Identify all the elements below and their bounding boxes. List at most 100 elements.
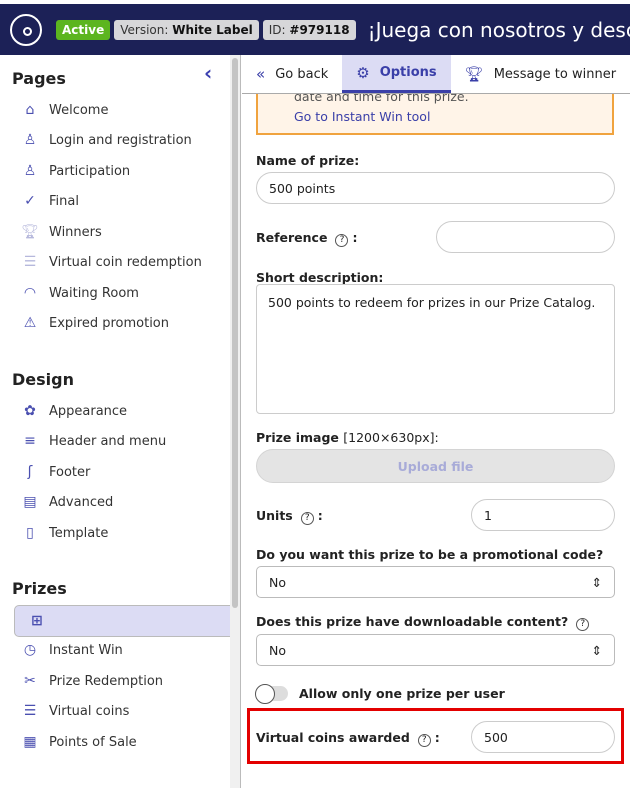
sidebar-item-label: Expired promotion <box>49 315 169 331</box>
gift-icon: ⊞ <box>31 613 43 629</box>
sidebar-item-header-and-menu[interactable]: ≡ Header and menu <box>4 426 230 456</box>
units-label: Units?: <box>256 508 323 525</box>
sidebar-item-virtual-coin-redemption[interactable]: ☰ Virtual coin redemption <box>4 247 230 277</box>
check-icon: ✓ <box>24 193 36 209</box>
sidebar-item-prize-redemption[interactable]: ✂ Prize Redemption <box>4 666 230 696</box>
sidebar-item-label: Advanced <box>49 494 114 510</box>
sidebar-item-label: Winners <box>49 224 102 240</box>
image-label: Prize image [1200×630px]: <box>256 430 439 445</box>
sidebar-item-welcome[interactable]: ⌂ Welcome <box>4 95 230 125</box>
sidebar-item-label: Template <box>49 525 109 541</box>
sidebar-item-participation[interactable]: ♙ Participation <box>4 156 230 186</box>
reference-label: Reference?: <box>256 230 358 247</box>
notice-text: date and time for this prize. <box>294 94 469 104</box>
sidebar-item-label: Prize Redemption <box>49 673 164 689</box>
promotion-title: ¡Juega con nosotros y descubre <box>367 17 630 42</box>
promo-code-select[interactable]: No ⇕ <box>256 566 615 598</box>
downloadable-select[interactable]: No ⇕ <box>256 634 615 666</box>
prize-form: date and time for this prize. Go to Inst… <box>242 94 630 788</box>
help-icon[interactable]: ? <box>335 234 349 247</box>
double-chevron-left-icon: « <box>256 65 266 83</box>
coins-icon: ☰ <box>23 703 37 719</box>
sidebar-item-label: Participation <box>49 163 131 179</box>
wheel-logo-icon[interactable] <box>10 13 42 46</box>
sidebar-item-label: Appearance <box>49 403 128 419</box>
tab-label: Options <box>379 65 437 80</box>
sidebar-item-final[interactable]: ✓ Final <box>4 186 230 216</box>
reference-input[interactable] <box>436 221 615 253</box>
reference-text: Reference <box>256 230 328 245</box>
trophy-icon: 🏆︎ <box>21 224 39 240</box>
id-label: ID: <box>268 22 286 37</box>
foot-icon: ʃ <box>27 464 33 480</box>
sidebar-item-label: Points of Sale <box>49 734 137 750</box>
id-badge: ID: #979118 <box>262 19 356 40</box>
sidebar-item-points-of-sale[interactable]: ▦ Points of Sale <box>4 727 230 757</box>
version-label: Version: <box>120 22 169 37</box>
sidebar-item-label: Header and menu <box>49 433 167 449</box>
document-code-icon: ▤ <box>23 494 37 510</box>
section-pages: Pages <box>12 69 66 88</box>
collapse-sidebar-icon[interactable]: ‹ <box>204 61 212 85</box>
user-login-icon: ♙ <box>23 132 37 148</box>
tab-label: Go back <box>275 66 329 82</box>
one-prize-label: Allow only one prize per user <box>299 686 505 701</box>
coins-text: Virtual coins awarded <box>256 730 410 745</box>
tab-options[interactable]: ⚙ Options <box>342 55 451 93</box>
coins-label: Virtual coins awarded?: <box>256 730 440 747</box>
sidebar-item-template[interactable]: ▯ Template <box>4 518 230 548</box>
user-participation-icon: ♙ <box>23 163 37 179</box>
name-label: Name of prize: <box>256 153 360 168</box>
stopwatch-icon: ◷ <box>23 642 37 658</box>
sidebar-item-advanced[interactable]: ▤ Advanced <box>4 487 230 517</box>
sidebar-scrollbar[interactable] <box>230 55 241 788</box>
coins-icon: ☰ <box>23 254 37 270</box>
one-prize-toggle[interactable] <box>255 684 288 704</box>
help-icon[interactable]: ? <box>576 618 590 631</box>
tab-message-to-winner[interactable]: 🏆︎ Message to winner <box>451 55 630 93</box>
sidebar-item-label: Virtual coin redemption <box>49 254 202 270</box>
sidebar-item-appearance[interactable]: ✿ Appearance <box>4 396 230 426</box>
help-icon[interactable]: ? <box>300 512 314 525</box>
upload-file-button[interactable]: Upload file <box>256 449 615 483</box>
sidebar-item-label: Instant Win <box>49 642 123 658</box>
sidebar-item-instant-win[interactable]: ◷ Instant Win <box>4 635 230 665</box>
name-input[interactable]: 500 points <box>256 172 615 204</box>
image-size: [1200×630px]: <box>343 430 439 445</box>
gauge-icon: ◠ <box>23 285 37 301</box>
tab-bar: « Go back ⚙ Options 🏆︎ Message to winner <box>242 55 630 94</box>
downloadable-text: Does this prize have downloadable conten… <box>256 614 569 629</box>
gear-icon: ⚙ <box>356 63 370 82</box>
sidebar-item-expired-promotion[interactable]: ⚠ Expired promotion <box>4 308 230 338</box>
id-value: #979118 <box>289 22 350 37</box>
description-label: Short description: <box>256 270 384 285</box>
scrollbar-thumb[interactable] <box>232 58 238 608</box>
instant-win-notice: date and time for this prize. Go to Inst… <box>256 94 614 135</box>
sidebar-item-label: Waiting Room <box>49 285 139 301</box>
sidebar-item-login-and-registration[interactable]: ♙ Login and registration <box>4 125 230 155</box>
units-text: Units <box>256 508 293 523</box>
virtual-coins-input[interactable]: 500 <box>471 721 615 753</box>
tab-label: Message to winner <box>493 66 617 82</box>
description-textarea[interactable]: 500 points to redeem for prizes in our P… <box>256 284 615 414</box>
top-bar: Active Version: White Label ID: #979118 … <box>0 4 630 55</box>
version-badge: Version: White Label <box>114 19 259 40</box>
file-icon: ▯ <box>26 525 34 541</box>
sidebar-item-prize-inventory[interactable]: ⊞Prize inventory <box>14 605 230 637</box>
downloadable-label: Does this prize have downloadable conten… <box>256 614 593 631</box>
tab-go-back[interactable]: « Go back <box>242 55 342 93</box>
units-input[interactable]: 1 <box>471 499 615 531</box>
select-value: No <box>269 574 286 590</box>
trophy-icon: 🏆︎ <box>464 65 484 83</box>
sidebar-item-waiting-room[interactable]: ◠ Waiting Room <box>4 278 230 308</box>
help-icon[interactable]: ? <box>417 734 431 747</box>
sidebar-item-virtual-coins[interactable]: ☰ Virtual coins <box>4 696 230 726</box>
select-arrows-icon: ⇕ <box>591 574 602 590</box>
sidebar-item-winners[interactable]: 🏆︎ Winners <box>4 217 230 247</box>
instant-win-link[interactable]: Go to Instant Win tool <box>294 109 576 124</box>
sidebar-item-label: Virtual coins <box>49 703 130 719</box>
status-badge: Active <box>56 19 111 40</box>
sidebar-item-footer[interactable]: ʃ Footer <box>4 457 230 487</box>
menu-icon: ≡ <box>24 433 36 449</box>
warning-icon: ⚠ <box>23 315 37 331</box>
